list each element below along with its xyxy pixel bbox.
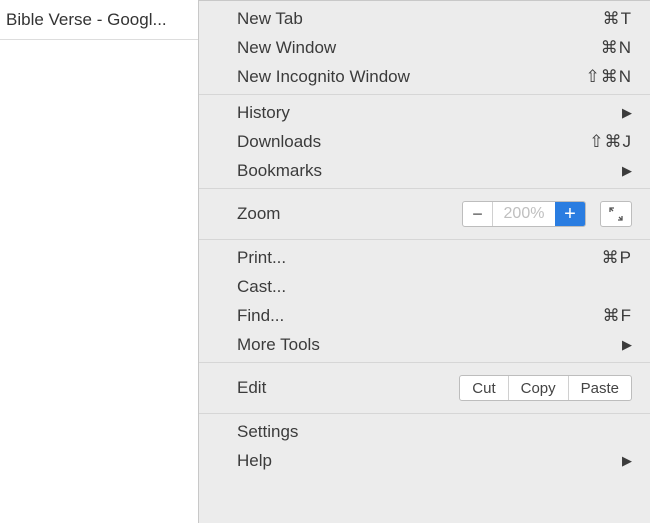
menu-label: More Tools — [237, 335, 320, 355]
menu-item-settings[interactable]: Settings — [199, 417, 650, 446]
zoom-stepper: − 200% + — [462, 201, 586, 227]
menu-section-tools: Print... ⌘P Cast... Find... ⌘F More Tool… — [199, 240, 650, 363]
menu-label: Bookmarks — [237, 161, 322, 181]
shortcut-text: ⌘F — [572, 306, 632, 326]
shortcut-text: ⌘N — [572, 38, 632, 58]
menu-item-help[interactable]: Help ▶ — [199, 446, 650, 475]
menu-section-settings: Settings Help ▶ — [199, 414, 650, 478]
menu-label: Zoom — [237, 204, 280, 224]
shortcut-text: ⌘T — [572, 9, 632, 29]
menu-label: New Tab — [237, 9, 303, 29]
chrome-main-menu: New Tab ⌘T New Window ⌘N New Incognito W… — [198, 0, 650, 523]
menu-label: New Window — [237, 38, 336, 58]
menu-item-edit: Edit Cut Copy Paste — [199, 372, 650, 404]
submenu-arrow-icon: ▶ — [614, 105, 632, 121]
zoom-controls: − 200% + — [462, 201, 632, 227]
menu-label: Cast... — [237, 277, 286, 297]
zoom-value: 200% — [493, 205, 555, 223]
menu-section-zoom: Zoom − 200% + — [199, 189, 650, 240]
shortcut-text: ⌘P — [572, 248, 632, 268]
fullscreen-button[interactable] — [600, 201, 632, 227]
browser-tab[interactable]: Bible Verse - Googl... — [6, 10, 167, 30]
menu-item-downloads[interactable]: Downloads ⇧⌘J — [199, 127, 650, 156]
submenu-arrow-icon: ▶ — [614, 453, 632, 469]
menu-item-new-window[interactable]: New Window ⌘N — [199, 33, 650, 62]
submenu-arrow-icon: ▶ — [614, 337, 632, 353]
menu-item-new-tab[interactable]: New Tab ⌘T — [199, 4, 650, 33]
menu-label: Downloads — [237, 132, 321, 152]
menu-section-history: History ▶ Downloads ⇧⌘J Bookmarks ▶ — [199, 95, 650, 189]
menu-item-print[interactable]: Print... ⌘P — [199, 243, 650, 272]
menu-label: Help — [237, 451, 272, 471]
shortcut-text: ⇧⌘J — [572, 132, 632, 152]
menu-label: Print... — [237, 248, 286, 268]
menu-item-cast[interactable]: Cast... — [199, 272, 650, 301]
menu-label: New Incognito Window — [237, 67, 410, 87]
submenu-arrow-icon: ▶ — [614, 163, 632, 179]
menu-label: Edit — [237, 378, 266, 398]
edit-button-group: Cut Copy Paste — [459, 375, 632, 401]
menu-item-bookmarks[interactable]: Bookmarks ▶ — [199, 156, 650, 185]
menu-label: Settings — [237, 422, 298, 442]
cut-button[interactable]: Cut — [460, 376, 508, 400]
paste-button[interactable]: Paste — [569, 376, 631, 400]
tab-strip: Bible Verse - Googl... — [0, 0, 200, 40]
zoom-in-button[interactable]: + — [555, 202, 585, 226]
menu-item-new-incognito[interactable]: New Incognito Window ⇧⌘N — [199, 62, 650, 91]
menu-section-windows: New Tab ⌘T New Window ⌘N New Incognito W… — [199, 1, 650, 95]
menu-item-zoom: Zoom − 200% + — [199, 198, 650, 230]
menu-label: Find... — [237, 306, 284, 326]
zoom-out-button[interactable]: − — [463, 202, 493, 226]
fullscreen-icon — [609, 207, 623, 221]
menu-item-more-tools[interactable]: More Tools ▶ — [199, 330, 650, 359]
menu-section-edit: Edit Cut Copy Paste — [199, 363, 650, 414]
menu-item-find[interactable]: Find... ⌘F — [199, 301, 650, 330]
menu-label: History — [237, 103, 290, 123]
menu-item-history[interactable]: History ▶ — [199, 98, 650, 127]
shortcut-text: ⇧⌘N — [572, 67, 632, 87]
copy-button[interactable]: Copy — [509, 376, 569, 400]
